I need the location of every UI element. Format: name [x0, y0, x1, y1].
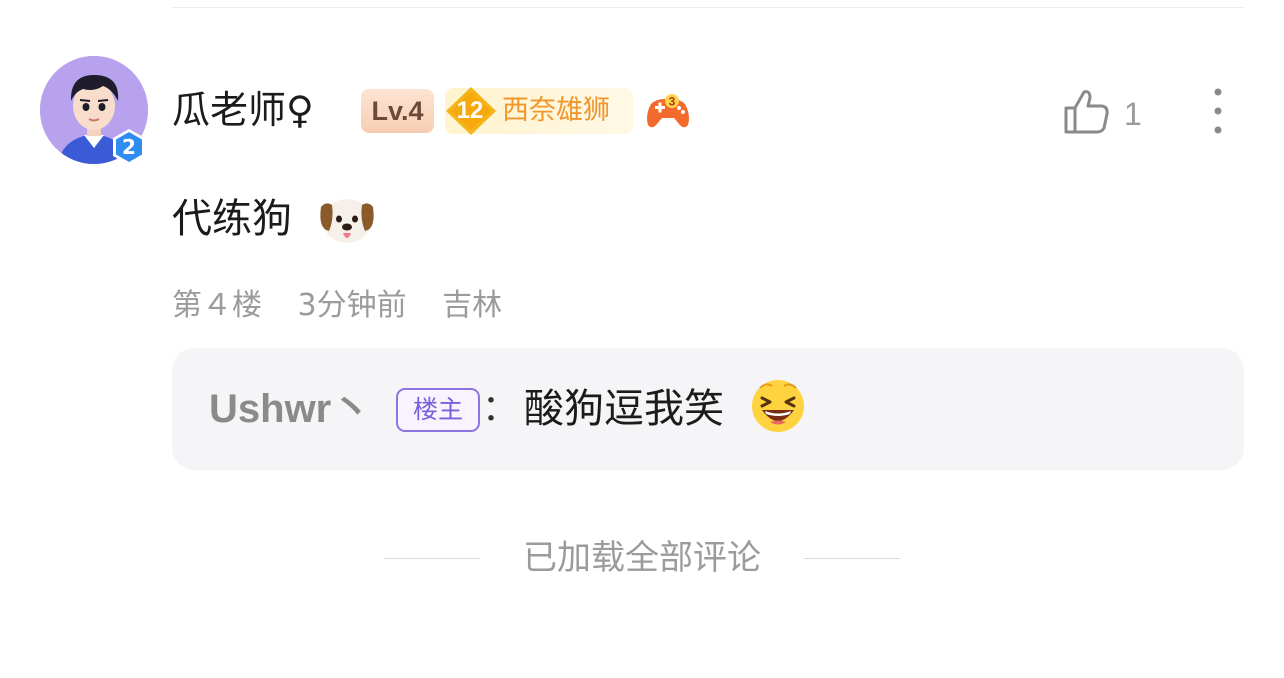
- fan-badge-name: 西奈雄狮: [502, 95, 610, 126]
- dog-face-emoji: [320, 199, 374, 243]
- like-count: 1: [1124, 96, 1142, 132]
- comment-meta: 第４楼 3分钟前 吉林: [172, 284, 528, 328]
- floor-number: 第４楼: [172, 288, 262, 323]
- reply-colon: ：: [482, 388, 519, 429]
- divider-line-left: [384, 558, 480, 559]
- grinning-squinting-emoji: [752, 380, 804, 432]
- divider-line-right: [804, 558, 900, 559]
- thumbs-up-icon[interactable]: [1062, 86, 1110, 136]
- avatar-level-number: 2: [122, 135, 136, 159]
- loaded-all-divider: 已加载全部评论: [384, 534, 900, 582]
- user-level-badge: Lv.4: [361, 89, 434, 133]
- comment-page: 2 瓜老师♀ Lv.4 12 西奈雄狮 3 1 代练狗 第４楼 3分钟前 吉林 …: [0, 0, 1284, 678]
- more-vertical-icon[interactable]: [1204, 86, 1232, 136]
- loaded-all-text: 已加载全部评论: [523, 538, 761, 578]
- fan-badge[interactable]: 12 西奈雄狮: [445, 87, 633, 135]
- reply-text: 酸狗逗我笑: [524, 386, 724, 432]
- comment-location: 吉林: [442, 288, 503, 323]
- avatar-level-badge: 2: [110, 128, 148, 166]
- comment-text: 代练狗: [172, 196, 292, 242]
- op-badge: 楼主: [396, 388, 480, 432]
- game-controller-icon: 3: [647, 94, 689, 128]
- comment-time: 3分钟前: [297, 288, 407, 323]
- username[interactable]: 瓜老师♀: [172, 86, 314, 134]
- fan-badge-level: 12: [456, 97, 484, 124]
- top-divider: [172, 7, 1244, 8]
- svg-text:3: 3: [669, 95, 676, 109]
- reply-username[interactable]: Ushwr丶: [209, 384, 371, 434]
- reply-preview[interactable]: Ushwr丶 楼主 ： 酸狗逗我笑: [172, 348, 1244, 470]
